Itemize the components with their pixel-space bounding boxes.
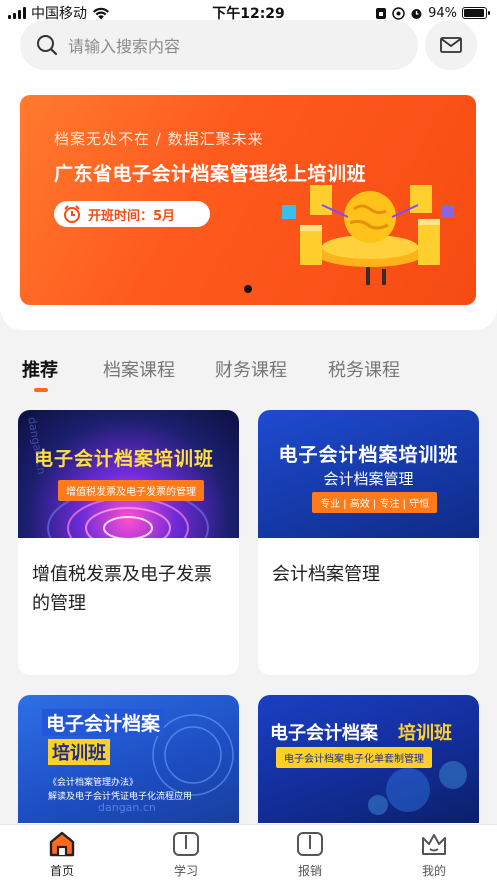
banner-subtitle: 档案无处不在 / 数据汇聚未来 (54, 130, 264, 148)
tab-tax-courses[interactable]: 税务课程 (328, 356, 400, 382)
tab-archive-courses[interactable]: 档案课程 (103, 356, 175, 382)
book-icon (173, 832, 199, 856)
thumb-headline: 电子会计档案培训班 (278, 444, 459, 466)
alarm-icon (411, 8, 422, 19)
tab-recommend[interactable]: 推荐 (22, 356, 58, 382)
orientation-lock-icon (392, 6, 405, 20)
course-card-vat-invoice[interactable]: 电子会计档案培训班 增值税发票及电子发票的管理 dangan.cn 增值税发票及… (18, 410, 239, 675)
lock-rotation-icon (376, 7, 387, 19)
category-tabs: 推荐 档案课程 财务课程 税务课程 (0, 350, 497, 392)
banner-start-date: 开班时间：5月 (54, 201, 210, 227)
watermark: dangan.cn (98, 801, 156, 814)
course-card-archive-regulation[interactable]: 电子会计档案 培训班 《会计档案管理办法》 解读及电子会计凭证电子化流程应用 d… (18, 695, 239, 835)
tunnel-rings-graphic (47, 487, 209, 538)
crown-icon (422, 834, 446, 855)
thumb-headline: 电子会计档案 (42, 709, 165, 736)
search-input[interactable]: 请输入搜索内容 (20, 20, 418, 70)
battery-icon (462, 7, 490, 19)
thumb-headline-highlight: 培训班 (398, 723, 452, 744)
tab-profile-label: 我的 (421, 864, 446, 878)
thumb-strip: 增值税发票及电子发票的管理 (58, 480, 204, 501)
active-tab-indicator (34, 388, 48, 392)
thumb-headline: 电子会计档案培训班 (34, 448, 215, 470)
course-card-accounting-archive[interactable]: 电子会计档案培训班 会计档案管理 专业 | 高效 | 专注 | 守恒 会计档案管… (258, 410, 479, 675)
mail-icon (440, 37, 462, 53)
thumb-badge: 培训班 (48, 739, 110, 765)
search-placeholder: 请输入搜索内容 (68, 37, 181, 56)
data-globe-illustration (282, 185, 454, 285)
thumb-strip: 电子会计档案电子化单套制管理 (276, 747, 432, 768)
receipt-icon (297, 832, 323, 856)
clock: 下午12:29 (212, 6, 285, 22)
course-title: 增值税发票及电子发票的管理 (32, 564, 212, 614)
carousel-indicator[interactable] (244, 285, 252, 293)
battery-percent: 94% (428, 5, 457, 21)
wifi-icon (93, 7, 109, 19)
tab-reimburse[interactable]: 报销 (270, 829, 350, 879)
carrier-label: 中国移动 (31, 6, 87, 22)
thumb-subheadline: 会计档案管理 (323, 470, 414, 488)
tab-reimburse-label: 报销 (297, 864, 322, 878)
home-icon (49, 831, 75, 857)
banner-pill-label: 开班时间：5月 (88, 208, 176, 224)
thumb-line-1: 《会计档案管理办法》 (48, 778, 139, 788)
course-thumbnail: 电子会计档案培训班 增值税发票及电子发票的管理 dangan.cn (18, 410, 239, 538)
course-thumbnail: 电子会计档案 培训班 《会计档案管理办法》 解读及电子会计凭证电子化流程应用 d… (18, 695, 239, 823)
cell-signal-icon (8, 7, 26, 19)
search-icon (37, 35, 58, 56)
tab-study-label: 学习 (173, 864, 198, 878)
alarm-clock-icon (64, 205, 80, 223)
course-card-single-archive[interactable]: 电子会计档案 培训班 电子会计档案电子化单套制管理 (258, 695, 479, 835)
thumb-headline: 电子会计档案 (270, 723, 378, 744)
tab-home-label: 首页 (49, 864, 74, 878)
bottom-tab-bar: 首页 学习 报销 我的 (0, 824, 497, 883)
course-thumbnail: 电子会计档案培训班 会计档案管理 专业 | 高效 | 专注 | 守恒 (258, 410, 479, 538)
tab-finance-courses[interactable]: 财务课程 (215, 356, 287, 382)
course-thumbnail: 电子会计档案 培训班 电子会计档案电子化单套制管理 (258, 695, 479, 823)
tab-home[interactable]: 首页 (22, 829, 102, 879)
thumb-tags: 专业 | 高效 | 专注 | 守恒 (312, 492, 438, 513)
course-title: 会计档案管理 (272, 564, 380, 585)
tab-study[interactable]: 学习 (146, 829, 226, 879)
status-bar: 中国移动 下午12:29 94% (0, 0, 497, 26)
promo-banner[interactable]: 档案无处不在 / 数据汇聚未来 广东省电子会计档案管理线上培训班 开班时间：5月 (20, 95, 476, 305)
tab-profile[interactable]: 我的 (394, 829, 474, 879)
message-button[interactable] (425, 20, 477, 70)
